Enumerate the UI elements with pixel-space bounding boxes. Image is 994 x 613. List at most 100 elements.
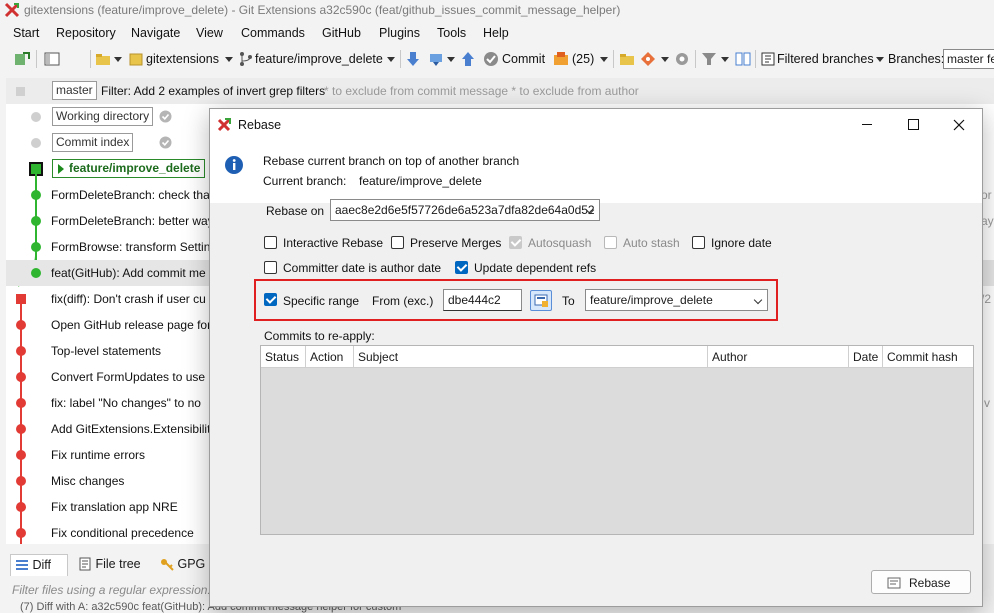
current-branch[interactable]: feature/improve_delete	[255, 52, 383, 66]
graph-node	[16, 450, 26, 460]
rebase-on-combo[interactable]: aaec8e2d6e5f57726de6a523a7dfa82de64a0d52	[330, 199, 600, 221]
dialog-title: Rebase	[238, 118, 282, 132]
menu-plugins[interactable]: Plugins	[379, 26, 420, 40]
tab-gpg-label: GPG	[177, 557, 206, 571]
current-branch-tag-label: feature/improve_delete	[69, 161, 201, 175]
chevron-down-icon[interactable]	[225, 57, 233, 62]
diff-icon	[16, 560, 28, 570]
committer-date-checkbox[interactable]	[264, 261, 277, 274]
current-branch-label: Current branch:	[263, 174, 347, 188]
chevron-down-icon[interactable]	[114, 57, 122, 62]
graph-node	[31, 268, 41, 278]
filter-icon[interactable]	[701, 51, 717, 67]
rebase-dialog: Rebase Rebase current branch on top of a…	[209, 108, 983, 607]
menu-view[interactable]: View	[196, 26, 223, 40]
close-button[interactable]	[936, 109, 982, 141]
commit-subject: FormBrowse: transform Settin	[51, 240, 211, 254]
committer-date-label[interactable]: Committer date is author date	[283, 261, 441, 275]
bottom-tab-strip: Diff File tree GPG	[6, 550, 226, 578]
specific-range-label[interactable]: Specific range	[283, 294, 359, 308]
chevron-down-icon[interactable]	[387, 57, 395, 62]
graph-node	[16, 294, 26, 304]
open-folder-icon[interactable]	[619, 51, 635, 67]
tab-gpg[interactable]: GPG	[156, 554, 209, 576]
branch-tag-master[interactable]: master	[52, 81, 97, 100]
file-filter-input[interactable]: Filter files using a regular expression.…	[12, 583, 217, 597]
auto-stash-label[interactable]: Auto stash	[623, 236, 680, 250]
column-header-commit-hash[interactable]: Commit hash	[883, 346, 973, 368]
gear-icon[interactable]	[674, 51, 690, 67]
commit-subject: Filter: Add 2 examples of invert grep fi…	[101, 84, 326, 98]
git-extensions-logo-icon	[217, 118, 231, 132]
column-header-date[interactable]: Date	[849, 346, 883, 368]
update-dependent-refs-label[interactable]: Update dependent refs	[474, 261, 596, 275]
commit-button-label[interactable]: Commit	[502, 52, 545, 66]
graph-node	[31, 138, 41, 148]
interactive-rebase-label[interactable]: Interactive Rebase	[283, 236, 383, 250]
commit-subject: fix: label "No changes" to no	[51, 396, 201, 410]
tab-file-tree[interactable]: File tree	[74, 554, 145, 576]
table-row[interactable]: master Filter: Add 2 examples of invert …	[6, 78, 994, 104]
refresh-icon[interactable]	[14, 51, 30, 67]
specific-range-checkbox[interactable]	[264, 293, 277, 306]
pull-icon[interactable]	[405, 51, 421, 67]
menu-repository[interactable]: Repository	[56, 26, 116, 40]
column-header-subject[interactable]: Subject	[354, 346, 708, 368]
ignore-date-label[interactable]: Ignore date	[711, 236, 772, 250]
to-branch-value: feature/improve_delete	[590, 293, 713, 307]
branches-filter-input[interactable]: master fe	[943, 49, 994, 69]
autosquash-label[interactable]: Autosquash	[528, 236, 591, 250]
tab-diff-label: Diff	[32, 558, 52, 572]
chevron-down-icon[interactable]	[876, 57, 884, 62]
commit-index-tag[interactable]: Commit index	[52, 133, 134, 152]
filtered-branches-label[interactable]: Filtered branches	[777, 52, 874, 66]
column-header-author[interactable]: Author	[708, 346, 849, 368]
preserve-merges-label[interactable]: Preserve Merges	[410, 236, 501, 250]
menu-github[interactable]: GitHub	[322, 26, 361, 40]
maximize-button[interactable]	[890, 109, 936, 141]
tab-diff[interactable]: Diff	[10, 554, 68, 576]
dialog-titlebar[interactable]: Rebase	[210, 109, 982, 141]
layout-single-icon[interactable]	[44, 51, 60, 67]
from-commit-input[interactable]: dbe444c2	[443, 289, 522, 311]
menu-navigate[interactable]: Navigate	[131, 26, 180, 40]
push-icon[interactable]	[460, 51, 476, 67]
working-directory-tag[interactable]: Working directory	[52, 107, 154, 126]
book-icon[interactable]	[735, 51, 751, 67]
chevron-down-icon[interactable]	[721, 57, 729, 62]
autosquash-checkbox[interactable]	[509, 236, 522, 249]
minimize-button[interactable]	[844, 109, 890, 141]
ignore-date-checkbox[interactable]	[692, 236, 705, 249]
current-branch-tag[interactable]: feature/improve_delete	[52, 159, 206, 178]
menu-start[interactable]: Start	[13, 26, 39, 40]
menu-help[interactable]: Help	[483, 26, 509, 40]
commit-icon[interactable]	[483, 51, 499, 67]
column-header-status[interactable]: Status	[261, 346, 306, 368]
check-circle-icon	[159, 136, 172, 149]
dialog-info-text: Rebase current branch on top of another …	[263, 154, 520, 168]
column-header-action[interactable]: Action	[306, 346, 354, 368]
stash-icon[interactable]	[553, 51, 569, 67]
commits-table[interactable]: Status Action Subject Author Date Commit…	[260, 345, 974, 535]
update-dependent-refs-checkbox[interactable]	[455, 261, 468, 274]
graph-node	[16, 424, 26, 434]
fetch-icon[interactable]	[428, 51, 444, 67]
auto-stash-checkbox[interactable]	[604, 236, 617, 249]
chevron-down-icon[interactable]	[661, 57, 669, 62]
rebase-on-label: Rebase on	[266, 204, 325, 218]
commit-subject: Open GitHub release page for	[51, 318, 212, 332]
rebase-button[interactable]: Rebase	[871, 570, 971, 594]
chevron-down-icon[interactable]	[600, 57, 608, 62]
select-commit-button[interactable]	[530, 290, 552, 311]
menu-commands[interactable]: Commands	[241, 26, 305, 40]
repository-name[interactable]: gitextensions	[146, 52, 219, 66]
git-diamond-icon[interactable]	[640, 51, 656, 67]
to-branch-combo[interactable]: feature/improve_delete	[585, 289, 768, 311]
preserve-merges-checkbox[interactable]	[391, 236, 404, 249]
interactive-rebase-checkbox[interactable]	[264, 236, 277, 249]
branches-label: Branches:	[888, 52, 945, 66]
chevron-down-icon[interactable]	[447, 57, 455, 62]
git-extensions-logo-icon	[4, 2, 20, 18]
menu-tools[interactable]: Tools	[437, 26, 466, 40]
repository-folder-icon[interactable]	[95, 51, 111, 67]
